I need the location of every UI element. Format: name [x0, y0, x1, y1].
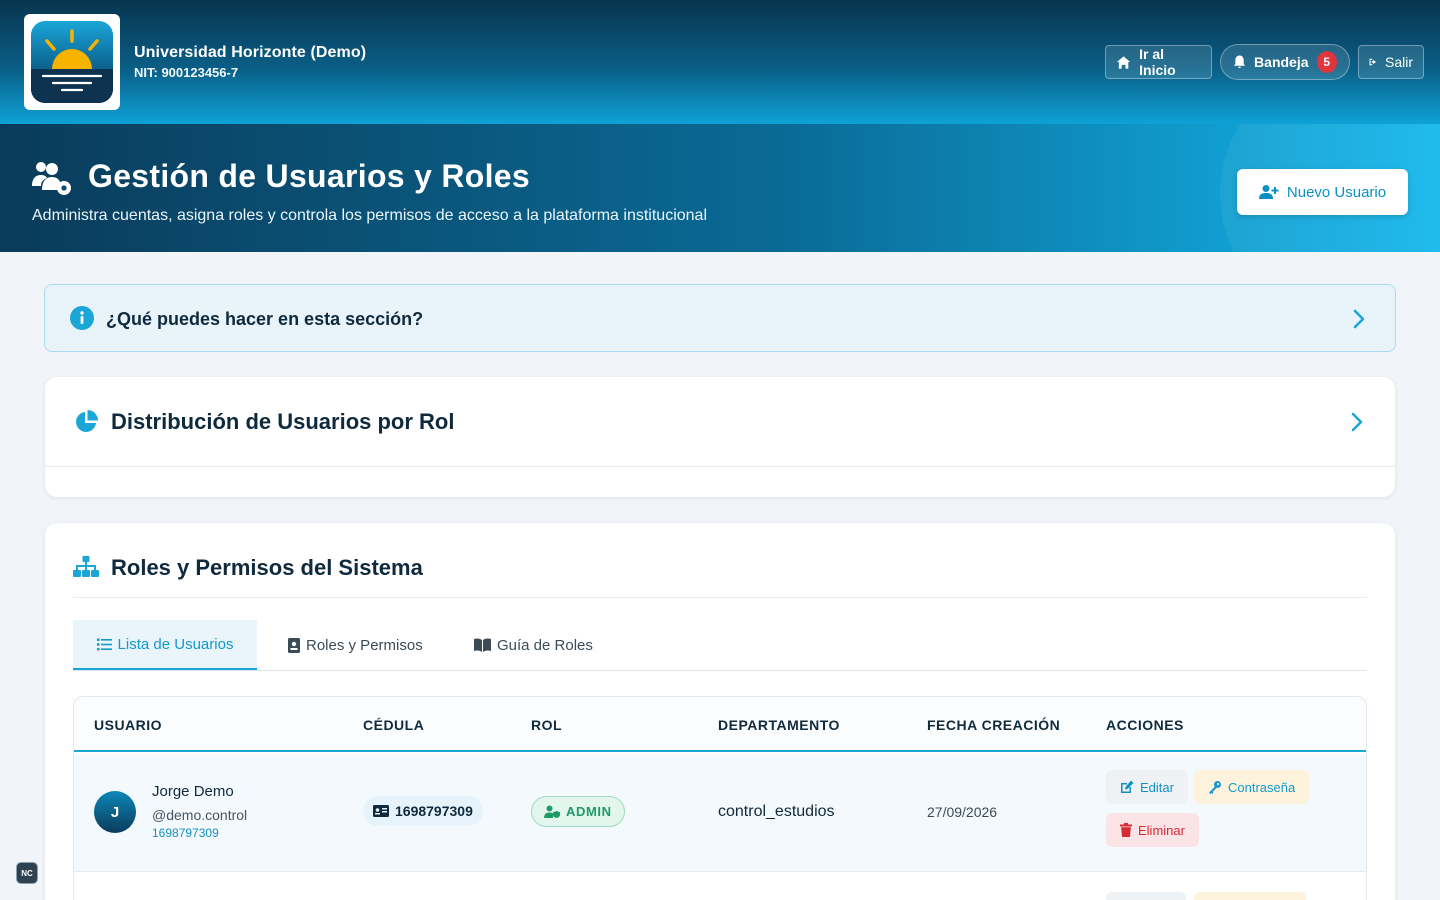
inbox-button[interactable]: Bandeja 5 — [1220, 44, 1350, 80]
cedula-chip: 1698797309 — [363, 796, 483, 826]
logout-button[interactable]: Salir — [1358, 45, 1424, 79]
logout-icon — [1369, 58, 1376, 66]
org-logo[interactable] — [24, 14, 120, 110]
tab-roles-permissions-label: Roles y Permisos — [306, 636, 423, 654]
table-header: USUARIO CÉDULA ROL DEPARTAMENTO FECHA CR… — [74, 697, 1366, 752]
delete-button-label: Eliminar — [1138, 822, 1185, 838]
user-cedula-small: 1698797309 — [152, 826, 219, 840]
list-icon — [96, 638, 112, 650]
tab-roles-permissions[interactable]: Roles y Permisos — [288, 620, 423, 670]
id-card-icon — [373, 805, 389, 817]
logout-button-label: Salir — [1384, 54, 1413, 70]
page-subtitle: Administra cuentas, asigna roles y contr… — [32, 207, 707, 224]
user-plus-icon — [1258, 185, 1279, 199]
column-header-user[interactable]: USUARIO — [94, 717, 162, 733]
column-header-role[interactable]: ROL — [531, 717, 562, 733]
user-shield-icon — [544, 805, 560, 818]
tab-user-list-label: Lista de Usuarios — [117, 635, 234, 653]
inbox-button-label: Bandeja — [1254, 54, 1309, 70]
divider — [73, 597, 1367, 598]
user-name: Jorge Demo — [152, 783, 234, 800]
edit-button-label: Editar — [1140, 779, 1174, 795]
page-title: Gestión de Usuarios y Roles — [88, 158, 531, 194]
chevron-right-icon — [1351, 412, 1363, 432]
created-date: 27/09/2026 — [927, 804, 998, 820]
tab-user-list[interactable]: Lista de Usuarios — [73, 620, 257, 670]
new-user-button[interactable]: Nuevo Usuario — [1237, 169, 1408, 215]
nc-badge[interactable]: NC — [16, 862, 38, 884]
org-nit: NIT: 900123456-7 — [134, 65, 239, 80]
edit-button[interactable]: Editar — [1106, 770, 1188, 804]
cedula-value: 1698797309 — [395, 803, 473, 819]
trash-icon — [1120, 823, 1132, 837]
change-password-button[interactable] — [1194, 892, 1306, 900]
column-header-created[interactable]: FECHA CREACIÓN — [927, 717, 1060, 733]
table-row: J Jorge Demo @demo.control 1698797309 16… — [74, 754, 1366, 872]
tab-roles-guide-label: Guía de Roles — [497, 636, 593, 654]
new-user-button-label: Nuevo Usuario — [1286, 183, 1387, 201]
distribution-card-header[interactable]: Distribución de Usuarios por Rol — [45, 377, 1395, 467]
column-header-department[interactable]: DEPARTAMENTO — [718, 717, 840, 733]
help-accordion-label: ¿Qué puedes hacer en esta sección? — [106, 309, 424, 329]
avatar: J — [94, 791, 136, 833]
pie-chart-icon — [76, 410, 98, 432]
department-value: control_estudios — [718, 803, 835, 820]
tab-roles-guide[interactable]: Guía de Roles — [474, 620, 593, 670]
sitemap-icon — [73, 556, 99, 577]
roles-section-title: Roles y Permisos del Sistema — [111, 555, 423, 580]
change-password-button-label: Contraseña — [1228, 779, 1296, 795]
change-password-button[interactable]: Contraseña — [1194, 770, 1310, 804]
id-badge-icon — [288, 637, 300, 653]
bell-icon — [1233, 55, 1246, 69]
distribution-card: Distribución de Usuarios por Rol — [45, 377, 1395, 497]
org-name: Universidad Horizonte (Demo) — [134, 44, 367, 61]
book-open-icon — [474, 638, 491, 652]
key-icon — [1209, 781, 1221, 794]
delete-button[interactable]: Eliminar — [1106, 813, 1199, 847]
column-header-cedula[interactable]: CÉDULA — [363, 717, 424, 733]
users-cog-icon — [30, 160, 74, 201]
chevron-right-icon — [1353, 309, 1365, 329]
user-handle: @demo.control — [152, 807, 248, 823]
top-bar: Universidad Horizonte (Demo) NIT: 900123… — [0, 0, 1440, 124]
tabs-baseline — [73, 670, 1367, 671]
role-badge-label: ADMIN — [566, 804, 612, 819]
page-header: Gestión de Usuarios y Roles Administra c… — [0, 124, 1440, 252]
home-icon — [1116, 55, 1131, 69]
column-header-actions: ACCIONES — [1106, 717, 1184, 733]
edit-icon — [1121, 780, 1134, 793]
users-table: USUARIO CÉDULA ROL DEPARTAMENTO FECHA CR… — [73, 696, 1367, 900]
home-button-label: Ir al Inicio — [1139, 46, 1176, 78]
home-button[interactable]: Ir al Inicio — [1105, 45, 1212, 79]
edit-button[interactable] — [1106, 892, 1186, 900]
inbox-count-badge: 5 — [1316, 51, 1337, 73]
role-badge: ADMIN — [531, 796, 625, 827]
info-icon — [70, 306, 94, 330]
distribution-title: Distribución de Usuarios por Rol — [111, 409, 455, 434]
sunrise-logo-icon — [31, 21, 113, 103]
help-accordion[interactable]: ¿Qué puedes hacer en esta sección? — [44, 284, 1396, 352]
